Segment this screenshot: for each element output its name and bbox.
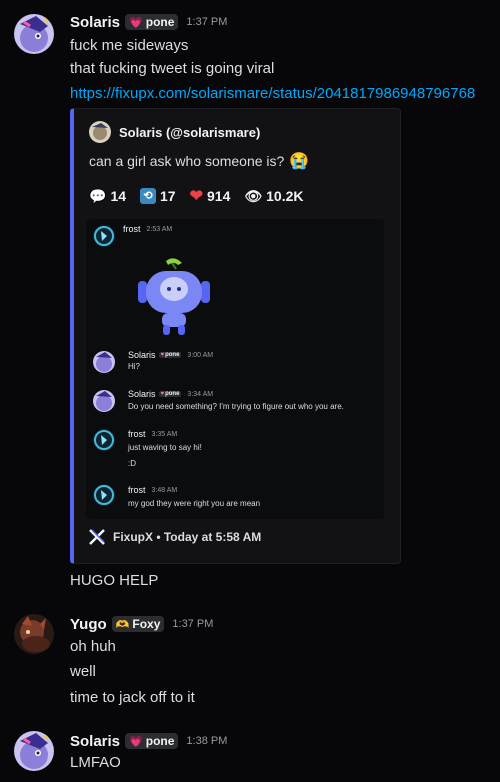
avatar — [93, 484, 115, 506]
embed-footer-text: FixupX • Today at 5:58 AM — [113, 530, 262, 544]
inner-username-text: Solaris — [128, 350, 156, 360]
inner-message: Hi? — [128, 362, 141, 371]
inner-timestamp: 3:34 AM — [187, 390, 214, 398]
inner-username: frost 3:35 AM — [128, 429, 177, 439]
avatar[interactable] — [14, 14, 54, 54]
inner-username: frost 2:53 AM — [123, 224, 172, 234]
hands-heart-icon: 🫶 — [115, 618, 130, 631]
inner-message: my god they were right you are mean — [128, 499, 261, 508]
username[interactable]: Yugo — [70, 616, 107, 633]
tag-label: Foxy — [132, 617, 161, 631]
embed-description: can a girl ask who someone is? 😭 — [89, 151, 309, 171]
inner-username: Solaris ♥ pone 3:00 AM — [128, 350, 213, 360]
message-text: LMFAO — [70, 754, 121, 771]
embed-description-text: can a girl ask who someone is? — [89, 153, 285, 169]
inner-tag: ♥ pone — [158, 391, 182, 397]
inner-username: frost 3:48 AM — [128, 485, 177, 495]
server-tag[interactable]: 🫶 Foxy — [111, 616, 165, 632]
inner-message: just waving to say hi! — [128, 443, 202, 452]
heart-icon: ♥ — [160, 391, 165, 397]
reply-icon: 💬 — [89, 187, 107, 204]
inner-tag: ♥ pone — [158, 352, 182, 358]
message-text: oh huh — [70, 638, 116, 655]
avatar — [93, 390, 115, 412]
heart-icon: ♥ — [160, 352, 165, 358]
embed-image[interactable]: frost 2:53 AM Solaris ♥ pone 3:00 AM Hi?… — [86, 219, 384, 519]
username[interactable]: Solaris — [70, 14, 120, 31]
likes-count: 914 — [207, 188, 231, 204]
link-embed: Solaris (@solarismare) can a girl ask wh… — [70, 108, 401, 564]
eye-icon: 👁 — [244, 187, 263, 204]
inner-tag-label: pone — [165, 391, 180, 397]
avatar — [93, 351, 115, 373]
replies-count: 14 — [110, 188, 127, 204]
heart-icon: ❤ — [189, 188, 203, 205]
timestamp: 1:37 PM — [172, 618, 214, 630]
inner-username-text: Solaris — [128, 389, 156, 399]
avatar[interactable] — [14, 731, 54, 771]
message-text: that fucking tweet is going viral — [70, 60, 275, 77]
fixupx-logo-icon — [89, 529, 105, 545]
embed-author-avatar — [89, 121, 111, 143]
inner-tag-label: pone — [165, 352, 180, 358]
tweet-link[interactable]: https://fixupx.com/solarismare/status/20… — [70, 85, 475, 102]
inner-timestamp: 3:48 AM — [151, 486, 178, 494]
server-tag[interactable]: 💗 pone — [125, 733, 179, 749]
robot-sticker-icon — [138, 255, 210, 337]
embed-author[interactable]: Solaris (@solarismare) — [89, 121, 260, 143]
inner-username: Solaris ♥ pone 3:34 AM — [128, 389, 213, 399]
timestamp: 1:37 PM — [186, 16, 228, 28]
tag-label: pone — [145, 15, 175, 29]
heart-icon: 💗 — [129, 16, 143, 29]
inner-message: Do you need something? I'm trying to fig… — [128, 402, 344, 411]
timestamp: 1:38 PM — [186, 735, 228, 747]
avatar[interactable] — [14, 614, 54, 654]
views-count: 10.2K — [266, 188, 304, 204]
heart-icon: 💗 — [129, 735, 143, 748]
message-text: fuck me sideways — [70, 37, 189, 54]
tweet-stats: 💬 14 ⟲ 17 ❤ 914 👁 10.2K — [89, 186, 304, 206]
embed-footer: FixupX • Today at 5:58 AM — [89, 529, 261, 545]
username[interactable]: Solaris — [70, 733, 120, 750]
retweets-count: 17 — [160, 188, 176, 204]
message-text: well — [70, 663, 96, 680]
crying-emoji-icon: 😭 — [289, 153, 310, 170]
avatar — [93, 429, 115, 451]
inner-username-text: frost — [128, 429, 146, 439]
retweet-icon: ⟲ — [140, 188, 157, 204]
tag-label: pone — [145, 734, 175, 748]
inner-timestamp: 3:35 AM — [151, 430, 178, 438]
server-tag[interactable]: 💗 pone — [125, 14, 179, 30]
avatar — [93, 225, 115, 247]
inner-username-text: frost — [128, 485, 146, 495]
inner-timestamp: 2:53 AM — [146, 225, 173, 233]
message-text: HUGO HELP — [70, 572, 159, 589]
embed-author-name: Solaris (@solarismare) — [119, 124, 261, 140]
inner-username-text: frost — [123, 224, 141, 234]
message-text: time to jack off to it — [70, 689, 195, 706]
inner-message: :D — [128, 459, 136, 468]
inner-timestamp: 3:00 AM — [187, 351, 214, 359]
